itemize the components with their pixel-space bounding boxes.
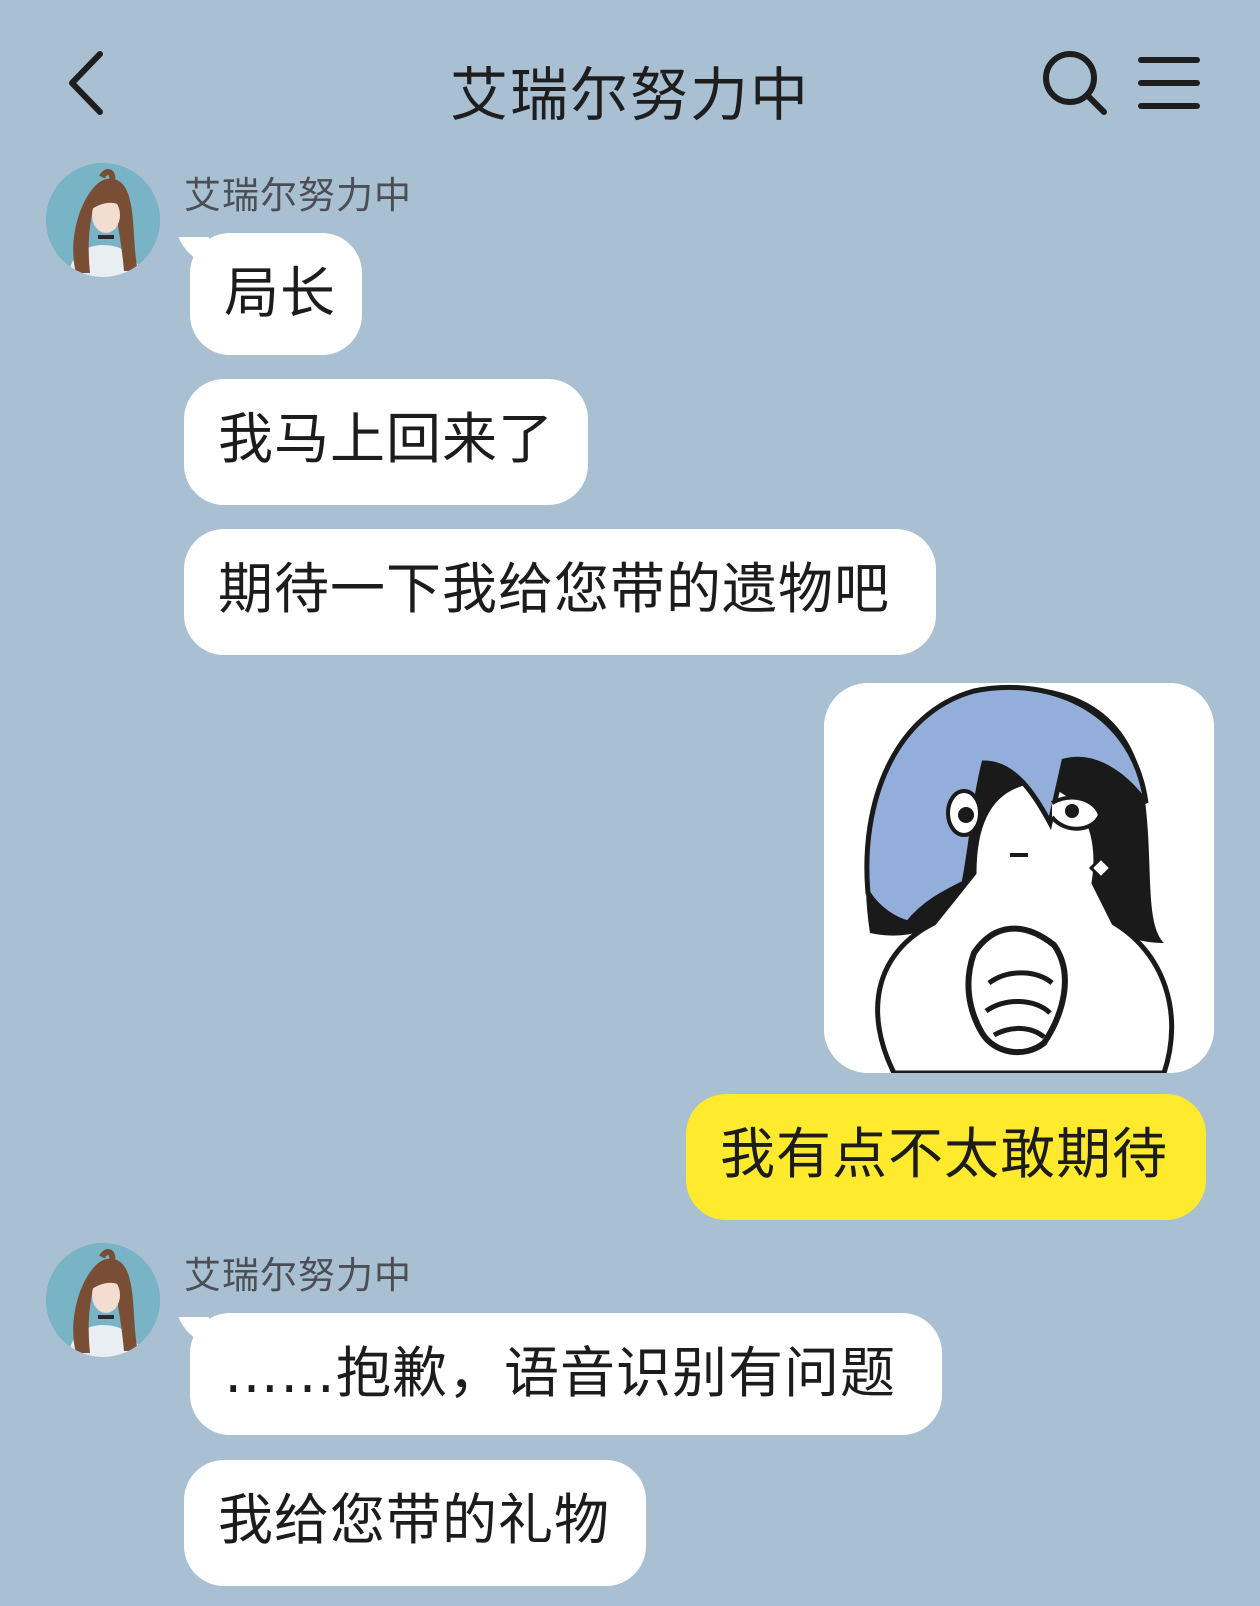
menu-icon (1138, 57, 1200, 109)
praying-hands-sticker (824, 683, 1214, 1073)
avatar[interactable] (46, 163, 160, 277)
chat-header: 艾瑞尔努力中 (0, 0, 1260, 160)
sticker-image[interactable] (824, 683, 1214, 1073)
character-avatar-icon (46, 1243, 160, 1357)
message-text: 局长 (224, 261, 337, 325)
message-text: ……抱歉，语音识别有问题 (224, 1341, 897, 1405)
message-bubble[interactable]: 我给您带的礼物 (184, 1460, 646, 1586)
message-bubble[interactable]: 期待一下我给您带的遗物吧 (184, 529, 936, 655)
search-button[interactable] (1040, 48, 1110, 118)
message-text: 我给您带的礼物 (218, 1488, 611, 1552)
message-text: 我马上回来了 (218, 407, 555, 471)
sender-name: 艾瑞尔努力中 (184, 1254, 412, 1297)
character-avatar-icon (46, 163, 160, 277)
message-bubble[interactable]: 局长 (190, 233, 362, 355)
message-text: 我有点不太敢期待 (720, 1122, 1169, 1186)
message-text: 期待一下我给您带的遗物吧 (218, 557, 891, 621)
sender-name: 艾瑞尔努力中 (184, 174, 412, 217)
message-bubble[interactable]: ……抱歉，语音识别有问题 (190, 1313, 942, 1435)
my-message-bubble[interactable]: 我有点不太敢期待 (686, 1094, 1206, 1220)
avatar[interactable] (46, 1243, 160, 1357)
message-bubble[interactable]: 我马上回来了 (184, 379, 588, 505)
search-icon (1043, 51, 1107, 115)
menu-button[interactable] (1138, 54, 1200, 112)
